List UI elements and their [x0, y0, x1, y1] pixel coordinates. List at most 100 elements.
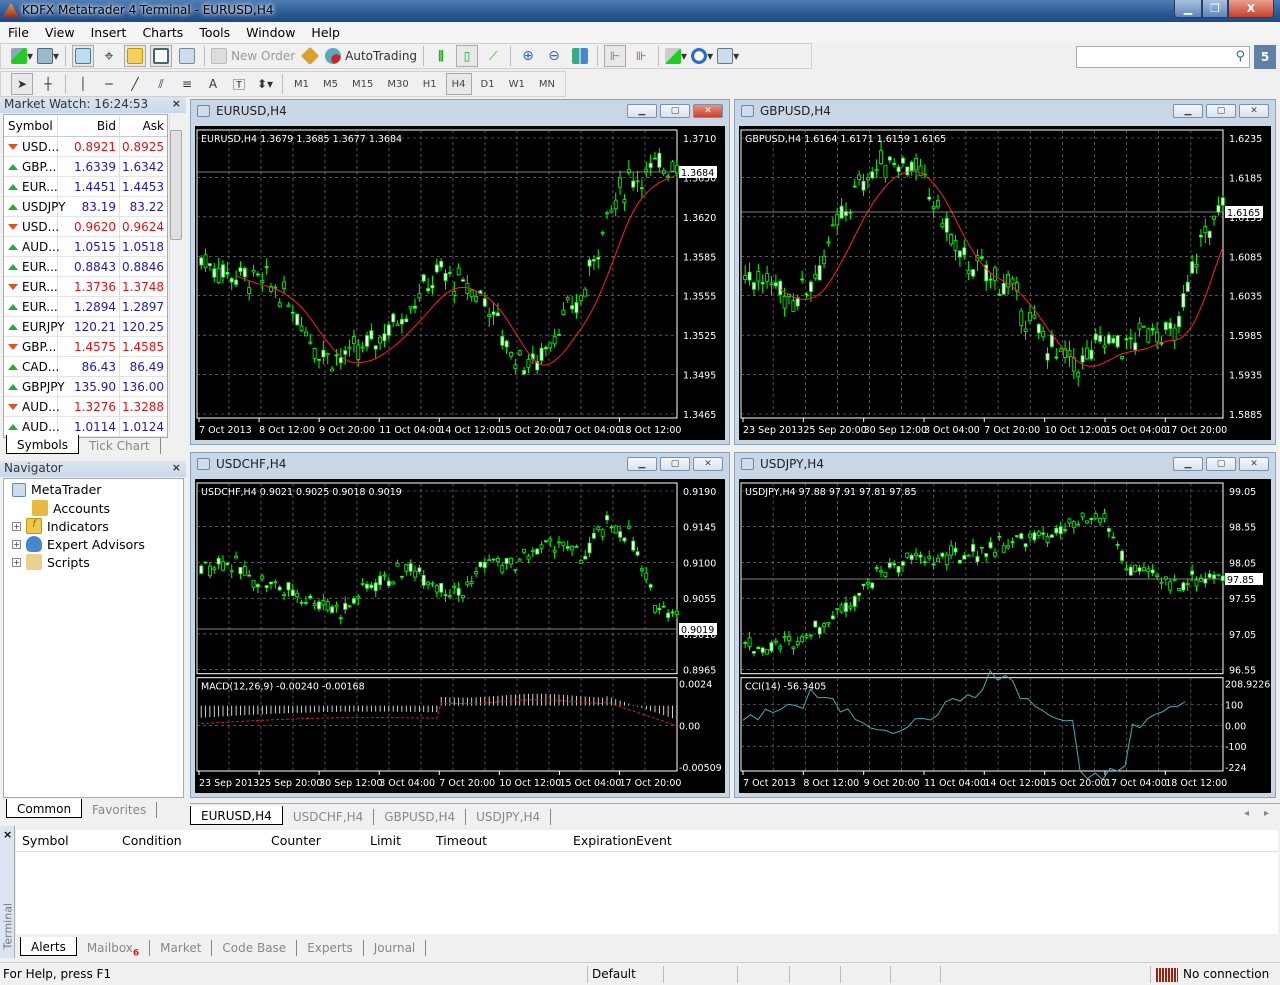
- search-icon[interactable]: ⚲: [1235, 49, 1245, 64]
- timeframe-d1[interactable]: D1: [476, 73, 500, 95]
- window-tab-gbpusd[interactable]: GBPUSD,H4: [374, 809, 467, 825]
- column-event[interactable]: Event: [636, 833, 672, 848]
- window-tab-usdjpy[interactable]: USDJPY,H4: [466, 809, 552, 825]
- horizontal-line-button[interactable]: ─: [98, 73, 120, 95]
- tab-tick-chart[interactable]: Tick Chart: [79, 438, 161, 454]
- chart-canvas[interactable]: 0.9190 0.9145 0.9100 0.9055 0.9010 0.8965 0.90…: [195, 479, 725, 793]
- timeframe-h4[interactable]: H4: [445, 73, 472, 95]
- market-watch-row[interactable]: AUD... 1.0515 1.0518: [4, 237, 167, 257]
- terminal-button[interactable]: [150, 45, 173, 67]
- chart-minimize-button[interactable]: ▁: [1173, 104, 1203, 118]
- text-button[interactable]: A: [202, 73, 224, 95]
- tree-item-expert-advisors[interactable]: + Expert Advisors: [12, 536, 145, 552]
- tab-mailbox[interactable]: Mailbox6: [77, 940, 151, 958]
- menu-charts[interactable]: Charts: [134, 25, 191, 40]
- menu-insert[interactable]: Insert: [83, 25, 135, 40]
- tabs-scroll-right-icon[interactable]: ▸: [1264, 808, 1269, 819]
- tab-alerts[interactable]: Alerts: [20, 937, 77, 956]
- market-watch-row[interactable]: EUR... 1.3736 1.3748: [4, 277, 167, 297]
- navigator-button[interactable]: [124, 45, 147, 67]
- chart-close-button[interactable]: ✕: [1239, 457, 1269, 471]
- window-tab-usdchf[interactable]: USDCHF,H4: [283, 809, 375, 825]
- profiles-button[interactable]: ▾: [37, 45, 59, 67]
- column-symbol[interactable]: Symbol: [4, 115, 58, 136]
- tabs-scroll-left-icon[interactable]: ◂: [1244, 808, 1249, 819]
- market-watch-row[interactable]: GBPJPY 135.90 136.00: [4, 377, 167, 397]
- tile-windows-button[interactable]: [569, 45, 591, 67]
- market-watch-row[interactable]: EURJPY 120.21 120.25: [4, 317, 167, 337]
- arrows-button[interactable]: ⬍▾: [254, 73, 276, 95]
- tree-item-indicators[interactable]: + f Indicators: [12, 518, 109, 534]
- chart-minimize-button[interactable]: ▁: [627, 457, 657, 471]
- column-expiration[interactable]: Expiration: [573, 833, 636, 848]
- tab-favorites[interactable]: Favorites: [82, 802, 158, 818]
- market-watch-row[interactable]: EUR... 0.8843 0.8846: [4, 257, 167, 277]
- timeframe-m30[interactable]: M30: [382, 73, 413, 95]
- autotrading-button[interactable]: AutoTrading: [325, 45, 417, 67]
- indicators-button[interactable]: ▾: [665, 45, 687, 67]
- new-order-button[interactable]: New Order: [211, 45, 295, 67]
- chart-shift-button[interactable]: ⊪: [630, 45, 652, 67]
- periods-button[interactable]: ▾: [691, 45, 713, 67]
- chart-close-button[interactable]: ✕: [693, 104, 723, 118]
- menu-tools[interactable]: Tools: [191, 25, 238, 40]
- timeframe-m5[interactable]: M5: [318, 73, 343, 95]
- menu-view[interactable]: View: [37, 25, 83, 40]
- templates-button[interactable]: ▾: [717, 45, 739, 67]
- column-timeout[interactable]: Timeout: [436, 833, 487, 848]
- zoom-in-button[interactable]: ⊕: [517, 45, 539, 67]
- tab-market[interactable]: Market: [150, 940, 213, 956]
- chart-close-button[interactable]: ✕: [1239, 104, 1269, 118]
- window-tab-eurusd[interactable]: EURUSD,H4: [190, 806, 283, 825]
- chart-minimize-button[interactable]: ▁: [627, 104, 657, 118]
- tab-symbols[interactable]: Symbols: [6, 435, 79, 454]
- market-watch-button[interactable]: [72, 45, 95, 67]
- tree-item-metatrader[interactable]: MetaTrader: [12, 482, 101, 497]
- timeframe-m15[interactable]: M15: [347, 73, 378, 95]
- chart-maximize-button[interactable]: ▢: [660, 104, 690, 118]
- metaeditor-button[interactable]: [299, 45, 321, 67]
- timeframe-m1[interactable]: M1: [289, 73, 314, 95]
- column-condition[interactable]: Condition: [122, 833, 182, 848]
- market-watch-row[interactable]: GBP... 1.4575 1.4585: [4, 337, 167, 357]
- market-watch-row[interactable]: EUR... 1.2894 1.2897: [4, 297, 167, 317]
- line-chart-button[interactable]: ⟋: [482, 45, 504, 67]
- chart-maximize-button[interactable]: ▢: [1206, 457, 1236, 471]
- search-input[interactable]: ⚲: [1076, 46, 1250, 68]
- column-bid[interactable]: Bid: [58, 115, 120, 136]
- market-watch-row[interactable]: USD... 0.9620 0.9624: [4, 217, 167, 237]
- chart-minimize-button[interactable]: ▁: [1173, 457, 1203, 471]
- strategy-tester-button[interactable]: [176, 45, 198, 67]
- data-window-button[interactable]: ⌖: [98, 45, 120, 67]
- tree-item-scripts[interactable]: + Scripts: [12, 554, 90, 570]
- text-label-button[interactable]: 🅃: [228, 73, 250, 95]
- tab-experts[interactable]: Experts: [297, 940, 364, 956]
- minimize-button[interactable]: ▁: [1174, 0, 1202, 18]
- auto-scroll-button[interactable]: ⊩: [604, 45, 627, 67]
- market-watch-row[interactable]: USDJPY 83.19 83.22: [4, 197, 167, 217]
- equidistant-channel-button[interactable]: ⫽: [150, 73, 172, 95]
- column-limit[interactable]: Limit: [370, 833, 401, 848]
- maximize-button[interactable]: ❐: [1202, 0, 1228, 18]
- close-icon[interactable]: ×: [3, 828, 12, 841]
- menu-window[interactable]: Window: [238, 25, 303, 40]
- column-counter[interactable]: Counter: [271, 833, 321, 848]
- vertical-line-button[interactable]: │: [72, 73, 94, 95]
- close-icon[interactable]: ×: [172, 97, 181, 110]
- messages-button[interactable]: 5: [1254, 45, 1276, 69]
- zoom-out-button[interactable]: ⊖: [543, 45, 565, 67]
- crosshair-button[interactable]: ┼: [37, 73, 59, 95]
- menu-file[interactable]: File: [0, 25, 37, 40]
- tree-item-accounts[interactable]: Accounts: [32, 500, 110, 516]
- cursor-button[interactable]: ➤: [11, 73, 33, 95]
- tab-journal[interactable]: Journal: [364, 940, 427, 956]
- menu-help[interactable]: Help: [303, 25, 348, 40]
- bar-chart-button[interactable]: ⫼: [430, 45, 452, 67]
- market-watch-row[interactable]: GBP... 1.6339 1.6342: [4, 157, 167, 177]
- expand-icon[interactable]: +: [12, 557, 21, 567]
- tab-common[interactable]: Common: [6, 799, 83, 818]
- column-symbol[interactable]: Symbol: [22, 833, 69, 848]
- chart-maximize-button[interactable]: ▢: [660, 457, 690, 471]
- expand-icon[interactable]: +: [12, 521, 21, 531]
- close-button[interactable]: X: [1228, 0, 1274, 18]
